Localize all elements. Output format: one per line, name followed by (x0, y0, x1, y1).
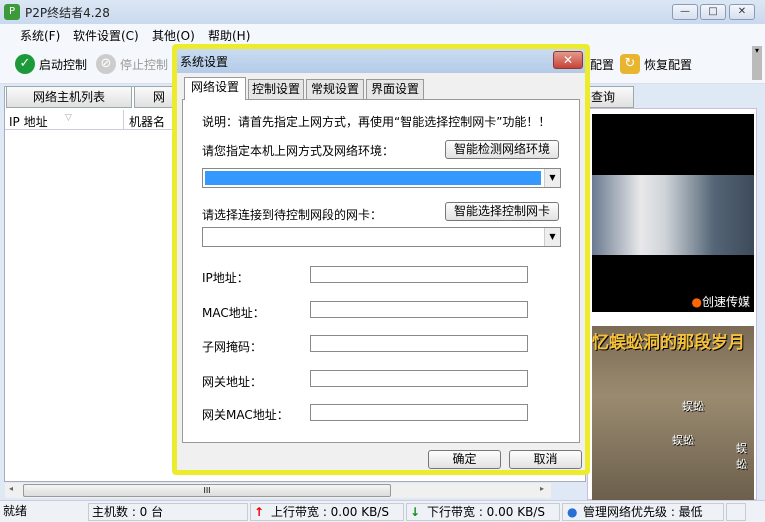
ad-image (592, 175, 754, 255)
horizontal-scrollbar[interactable]: ◂ III ▸ (5, 483, 551, 498)
monster-label: 蜈蚣 (736, 442, 747, 471)
nic-select[interactable]: ▼ (202, 227, 561, 247)
mac-label: MAC地址： (202, 306, 265, 320)
select-nic-button[interactable]: 智能选择控制网卡 (445, 202, 559, 221)
status-upload: ↑ 上行带宽 : 0.00 KB/S (250, 503, 404, 521)
stop-icon: ⊘ (96, 54, 116, 74)
menu-bar: 系统(F) 软件设置(C) 其他(O) 帮助(H) (0, 24, 765, 44)
dialog-title: 系统设置 (180, 55, 229, 69)
system-settings-dialog: 系统设置 ✕ 网络设置 控制设置 常规设置 界面设置 说明：请首先指定上网方式，… (172, 44, 590, 475)
stop-control-button[interactable]: ⊘ 停止控制 (96, 53, 168, 75)
dropdown-arrow-icon[interactable]: ▼ (544, 169, 560, 187)
ip-field[interactable] (310, 266, 528, 283)
subnet-field[interactable] (310, 335, 528, 352)
ad-banner-game[interactable]: 忆蜈蚣洞的那段岁月 蜈蚣 蜈蚣 蜈蚣 (592, 326, 754, 500)
status-download: ↓ 下行带宽 : 0.00 KB/S (406, 503, 560, 521)
mac-field[interactable] (310, 301, 528, 318)
toolbar-overflow-button[interactable]: ▾ (752, 46, 762, 80)
status-bar: 就绪 主机数 : 0 台 ↑ 上行带宽 : 0.00 KB/S ↓ 下行带宽 : 0… (0, 500, 765, 522)
menu-settings[interactable]: 软件设置(C) (73, 27, 139, 44)
cancel-button[interactable]: 取消 (509, 450, 582, 469)
status-hosts: 主机数 : 0 台 (88, 503, 248, 521)
note-text: 说明：请首先指定上网方式，再使用“智能选择控制网卡”功能！！ (202, 115, 551, 129)
restore-icon: ↻ (620, 54, 640, 74)
dropdown-arrow-icon[interactable]: ▼ (544, 228, 560, 246)
gateway-label: 网关地址： (202, 375, 263, 389)
start-control-button[interactable]: ✓ 启动控制 (15, 53, 87, 75)
dialog-title-bar: 系统设置 ✕ (177, 49, 585, 73)
stop-control-label: 停止控制 (120, 57, 169, 72)
tab-ui-settings[interactable]: 界面设置 (366, 79, 424, 99)
menu-system[interactable]: 系统(F) (20, 27, 60, 44)
window-title: P2P终结者4.28 (25, 6, 110, 20)
column-machine-name[interactable]: 机器名 (129, 113, 165, 130)
ad-caption: ●创速传媒 (691, 295, 751, 309)
arrow-down-icon: ↓ (410, 505, 421, 519)
ad-title: 忆蜈蚣洞的那段岁月 (592, 333, 745, 353)
gateway-field[interactable] (310, 370, 528, 387)
restore-config-button[interactable]: ↻ 恢复配置 (620, 53, 692, 75)
tab-query[interactable]: 查询 (588, 86, 634, 108)
detect-network-button[interactable]: 智能检测网络环境 (445, 140, 559, 159)
close-button[interactable]: ✕ (729, 4, 755, 20)
tab-host-list[interactable]: 网络主机列表 (6, 86, 132, 108)
status-priority: ● 管理网络优先级 : 最低 (562, 503, 724, 521)
arrow-up-icon: ↑ (254, 505, 265, 519)
network-env-select[interactable]: ▼ (202, 168, 561, 188)
nic-label: 请选择连接到待控制网段的网卡： (202, 208, 383, 222)
app-icon: P (4, 4, 20, 20)
scroll-left-icon[interactable]: ◂ (9, 484, 13, 493)
check-icon: ✓ (15, 54, 35, 74)
gateway-mac-label: 网关MAC地址： (202, 408, 289, 422)
env-label: 请您指定本机上网方式及网络环境： (202, 144, 395, 158)
monster-label: 蜈蚣 (682, 400, 704, 413)
ok-button[interactable]: 确定 (428, 450, 501, 469)
menu-other[interactable]: 其他(O) (152, 27, 195, 44)
title-bar: P P2P终结者4.28 — □ ✕ (0, 0, 765, 24)
ip-label: IP地址： (202, 271, 249, 285)
restore-config-label: 恢复配置 (644, 57, 693, 72)
network-settings-panel: 说明：请首先指定上网方式，再使用“智能选择控制网卡”功能！！ 请您指定本机上网方… (182, 99, 580, 443)
dialog-close-button[interactable]: ✕ (553, 51, 583, 69)
column-ip[interactable]: IP 地址 (9, 113, 48, 130)
monster-label: 蜈蚣 (672, 434, 694, 447)
scrollbar-thumb[interactable]: III (23, 484, 391, 497)
minimize-button[interactable]: — (672, 4, 698, 20)
ad-banner-video[interactable]: ●创速传媒 (592, 114, 754, 312)
subnet-label: 子网掩码： (202, 340, 263, 354)
start-control-label: 启动控制 (39, 57, 88, 72)
save-config-button[interactable]: 配置 (590, 53, 614, 75)
status-extra (726, 503, 746, 521)
maximize-button[interactable]: □ (700, 4, 726, 20)
sort-icon: ▽ (65, 113, 72, 123)
tab-control-settings[interactable]: 控制设置 (248, 79, 304, 99)
selected-option (205, 171, 541, 185)
tab-network-settings[interactable]: 网络设置 (184, 77, 246, 100)
menu-help[interactable]: 帮助(H) (208, 27, 250, 44)
globe-icon: ● (567, 505, 578, 519)
scroll-right-icon[interactable]: ▸ (540, 484, 544, 493)
save-config-label: 配置 (590, 57, 615, 72)
status-ready: 就绪 (3, 504, 28, 518)
tab-general-settings[interactable]: 常规设置 (306, 79, 364, 99)
gateway-mac-field[interactable] (310, 404, 528, 421)
